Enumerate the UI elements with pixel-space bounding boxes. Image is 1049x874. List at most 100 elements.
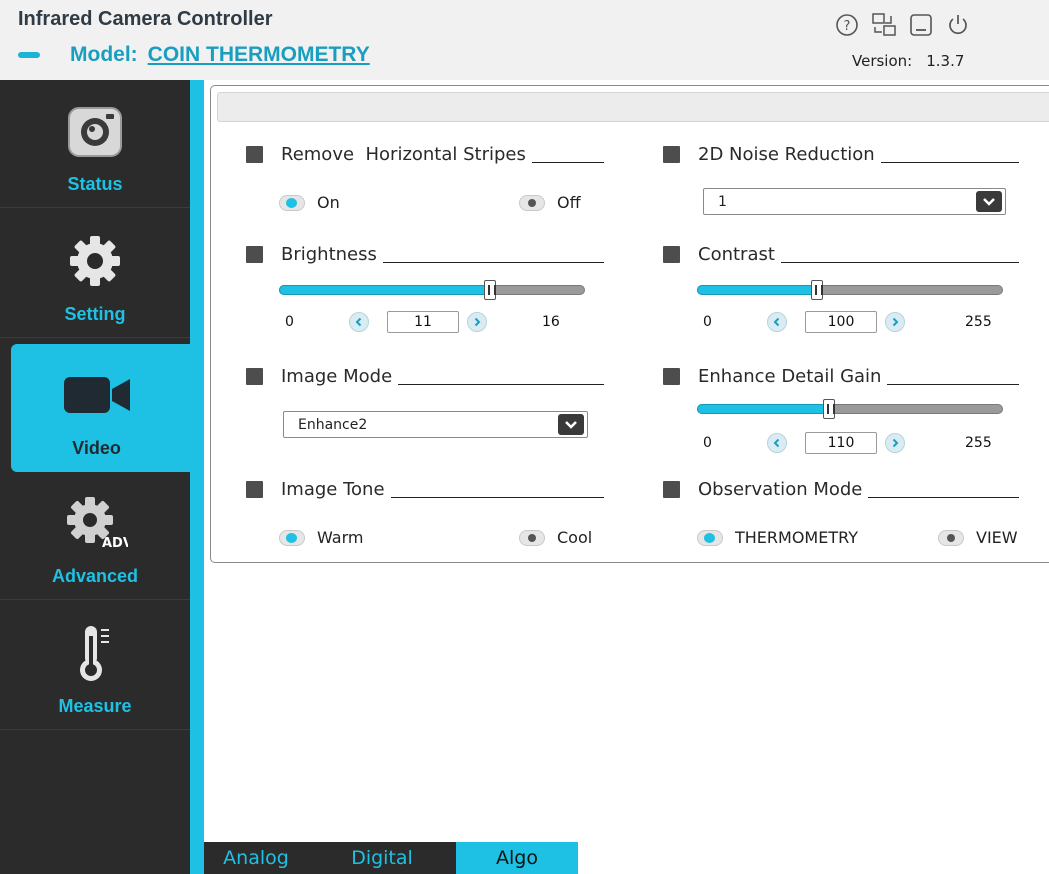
range-max: 255 [965,314,992,330]
model-link[interactable]: COIN THERMOMETRY [148,43,370,67]
decrement-icon[interactable] [767,433,787,453]
bottom-tabs: Analog Digital Algo [204,842,578,874]
minimize-icon[interactable] [908,12,934,38]
select-value: 1 [718,193,727,210]
slider-thumb[interactable] [811,280,823,300]
tab-analog[interactable]: Analog [204,842,308,874]
video-settings-panel: Remove Horizontal Stripes On Off Brightn… [210,85,1049,563]
brightness-slider[interactable] [279,280,585,300]
section-marker-icon [246,480,263,498]
sidebar-item-label: Measure [58,696,132,716]
decrement-icon[interactable] [767,312,787,332]
section-marker-icon [246,145,263,163]
slider-fill [697,285,817,295]
section-label: Contrast [698,243,775,265]
sidebar-item-label: Advanced [51,566,139,586]
radio-unselected-icon [519,529,545,546]
radio-observation-thermometry[interactable]: THERMOMETRY [697,528,858,547]
noise-reduction-select[interactable]: 1 [703,188,1006,215]
section-rule [887,384,1019,385]
section-label: Observation Mode [698,478,863,500]
slider-thumb[interactable] [823,399,835,419]
sidebar-item-label: Status [67,174,123,194]
range-min: 0 [703,314,712,330]
adv-icon-text: ADV [102,536,128,551]
radio-tone-warm[interactable]: Warm [279,528,363,547]
radio-unselected-icon [519,194,545,211]
model-label: Model: [70,43,138,66]
detail-gain-slider[interactable] [697,399,1003,419]
range-min: 0 [703,435,712,451]
model-indicator-icon [18,52,40,58]
power-icon[interactable] [945,12,971,38]
range-max: 16 [542,314,560,330]
observation-mode-section: Observation Mode [663,476,1019,502]
increment-icon[interactable] [467,312,487,332]
section-label: Remove Horizontal Stripes [281,143,526,165]
radio-label: THERMOMETRY [735,528,858,547]
decrement-icon[interactable] [349,312,369,332]
network-icon[interactable] [871,12,897,38]
sidebar-accent-strip [190,80,204,874]
sidebar-item-label: Video [72,438,121,458]
title-bar: Infrared Camera Controller Model: COIN T… [0,0,1049,80]
remove-stripes-section: Remove Horizontal Stripes [246,141,604,167]
chevron-down-icon[interactable] [558,414,584,435]
sidebar-item-measure[interactable]: Measure [0,602,190,730]
detail-gain-section: Enhance Detail Gain [663,363,1019,389]
section-label: Image Mode [281,365,393,387]
image-mode-select[interactable]: Enhance2 [283,411,588,438]
detail-gain-value-field[interactable]: 110 [805,432,877,454]
section-rule [382,262,604,263]
section-label: Brightness [281,243,377,265]
contrast-slider[interactable] [697,280,1003,300]
section-rule [398,384,604,385]
select-value: Enhance2 [298,416,368,433]
panel-header [217,92,1049,122]
sidebar-item-video[interactable]: Video [11,344,193,472]
radio-selected-icon [279,194,305,211]
range-max: 255 [965,435,992,451]
radio-observation-view[interactable]: VIEW [938,528,1018,547]
video-camera-icon [0,366,193,424]
tab-digital[interactable]: Digital [308,842,456,874]
app-title: Infrared Camera Controller [18,8,273,30]
section-marker-icon [663,480,680,498]
increment-icon[interactable] [885,312,905,332]
range-min: 0 [285,314,294,330]
sidebar: Status Setting Video ADV Advanced Measur… [0,80,193,874]
svg-text:?: ? [844,19,851,34]
help-icon[interactable]: ? [834,12,860,38]
sidebar-item-label: Setting [64,304,126,324]
section-marker-icon [246,367,263,385]
brightness-value-field[interactable]: 11 [387,311,459,333]
section-marker-icon [663,145,680,163]
version-info: Version: 1.3.7 [852,52,964,70]
section-rule [780,262,1019,263]
camera-icon [0,102,190,160]
sidebar-item-status[interactable]: Status [0,80,190,208]
version-value: 1.3.7 [926,52,965,70]
brightness-section: Brightness [246,241,604,267]
image-mode-section: Image Mode [246,363,604,389]
sidebar-item-setting[interactable]: Setting [0,210,190,338]
radio-stripes-on[interactable]: On [279,193,340,212]
tab-algo[interactable]: Algo [456,842,578,874]
increment-icon[interactable] [885,433,905,453]
slider-thumb[interactable] [484,280,496,300]
adv-gear-icon: ADV [0,494,190,552]
thermometer-icon [0,624,190,682]
radio-tone-cool[interactable]: Cool [519,528,592,547]
detail-gain-stepper: 0 110 255 [703,432,1013,454]
section-marker-icon [663,245,680,263]
contrast-value-field[interactable]: 100 [805,311,877,333]
chevron-down-icon[interactable] [976,191,1002,212]
brightness-stepper: 0 11 16 [285,311,585,333]
slider-fill [279,285,490,295]
contrast-section: Contrast [663,241,1019,267]
section-label: 2D Noise Reduction [698,143,875,165]
radio-label: Warm [317,528,364,547]
sidebar-item-advanced[interactable]: ADV Advanced [0,472,190,600]
radio-selected-icon [697,529,723,546]
radio-stripes-off[interactable]: Off [519,193,581,212]
